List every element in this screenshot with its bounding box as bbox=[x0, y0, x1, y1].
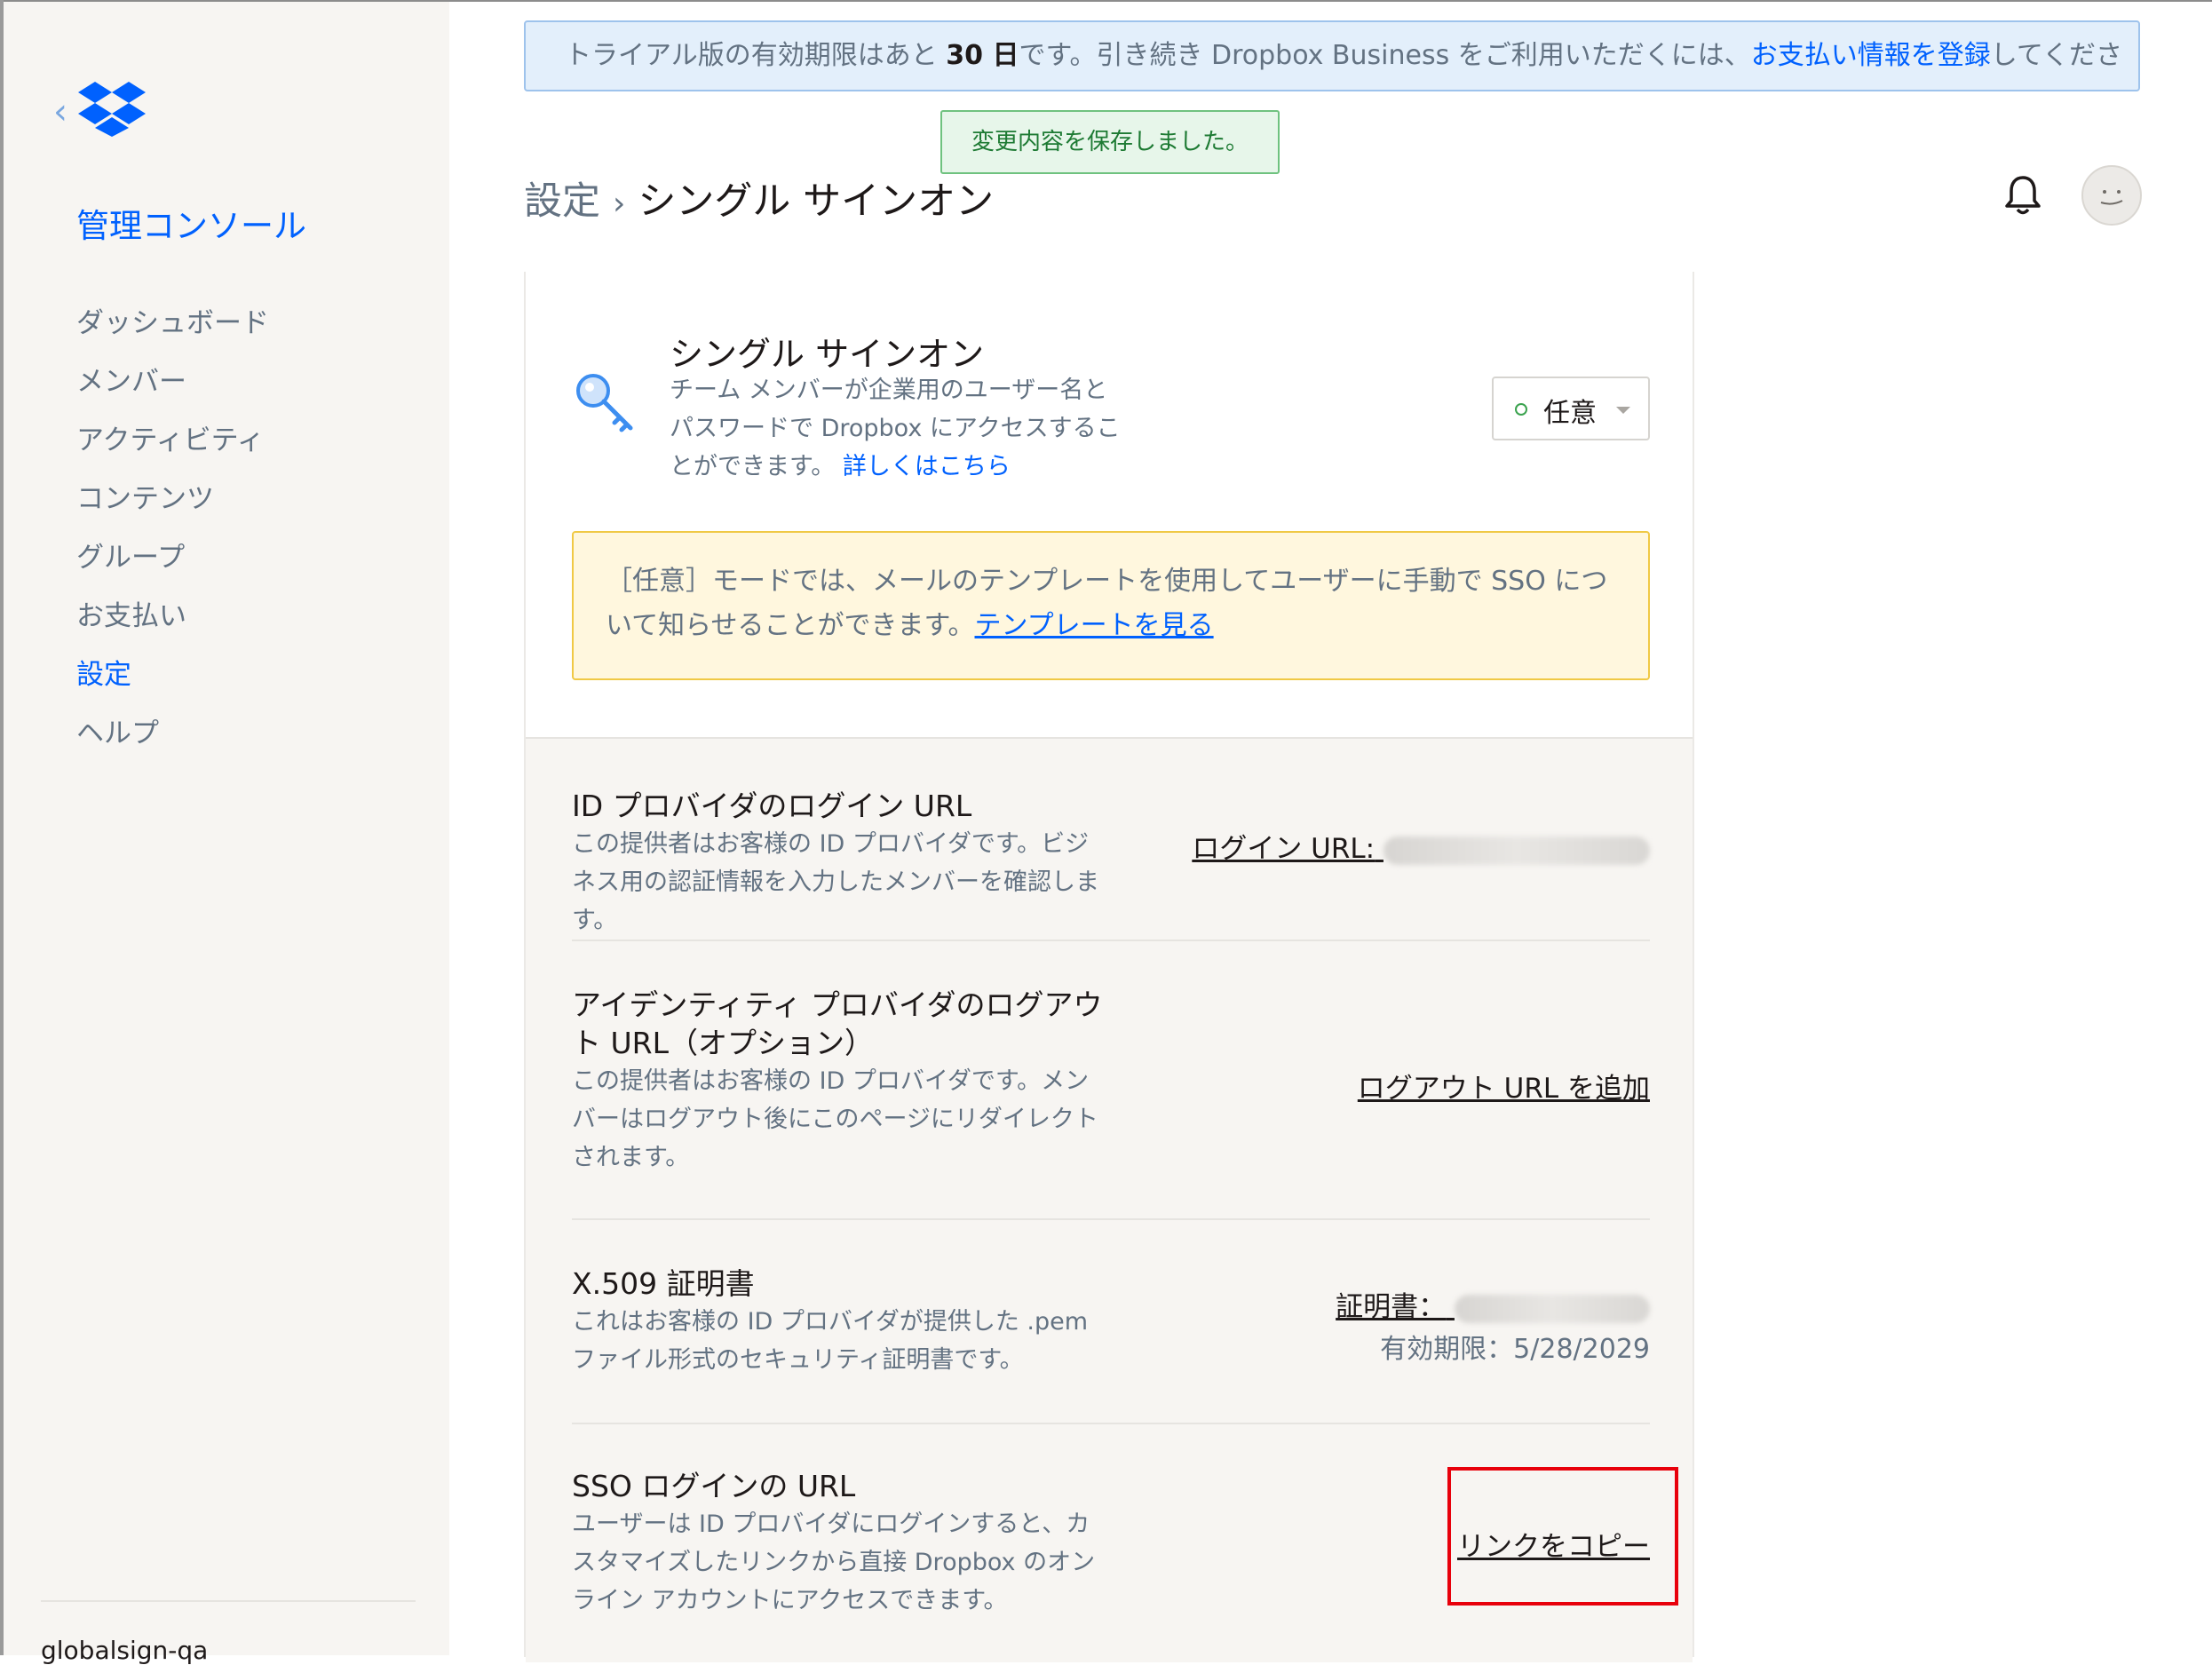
logout-url-row: アイデンティティ プロバイダのログアウト URL（オプション） この提供者はお客… bbox=[572, 986, 1650, 1177]
sso-title: シングル サインオン bbox=[670, 335, 985, 374]
bell-icon[interactable] bbox=[2003, 174, 2042, 217]
team-name[interactable]: globalsign-qa bbox=[41, 1636, 208, 1665]
breadcrumb-separator: › bbox=[613, 186, 626, 222]
row-divider bbox=[572, 1218, 1650, 1220]
sidebar-item-billing[interactable]: お支払い bbox=[76, 597, 269, 655]
sso-mode-value: 任意 bbox=[1543, 398, 1597, 429]
key-icon bbox=[576, 374, 633, 432]
login-url-row: ID プロバイダのログイン URL この提供者はお客様の ID プロバイダです。… bbox=[572, 787, 1650, 940]
breadcrumb: 設定 › シングル サインオン bbox=[524, 170, 994, 226]
certificate-row: X.509 証明書 これはお客様の ID プロバイダが提供した .pem ファイ… bbox=[572, 1265, 1650, 1379]
logout-url-description: この提供者はお客様の ID プロバイダです。メンバーはログアウト後にこのページに… bbox=[572, 1067, 1098, 1171]
login-url-redacted bbox=[1383, 836, 1650, 865]
sidebar-item-groups[interactable]: グループ bbox=[76, 538, 269, 597]
row-divider bbox=[572, 940, 1650, 941]
sidebar-divider bbox=[41, 1600, 416, 1602]
optional-mode-notice: ［任意］モードでは、メールのテンプレートを使用してユーザーに手動で SSO につ… bbox=[572, 531, 1650, 680]
certificate-expiry: 有効期限：5/28/2029 bbox=[1380, 1334, 1650, 1365]
save-toast: 変更内容を保存しました。 bbox=[940, 110, 1280, 174]
login-url-action[interactable]: ログイン URL: bbox=[1192, 826, 1650, 866]
certificate-description: これはお客様の ID プロバイダが提供した .pem ファイル形式のセキュリティ… bbox=[572, 1308, 1089, 1374]
logout-url-title: アイデンティティ プロバイダのログアウト URL（オプション） bbox=[572, 987, 1103, 1060]
learn-more-link[interactable]: 詳しくはこちら bbox=[843, 453, 1011, 480]
caret-down-icon bbox=[1616, 407, 1630, 414]
status-dot-icon bbox=[1515, 403, 1527, 416]
sso-url-description: ユーザーは ID プロバイダにログインすると、カスタマイズしたリンクから直接 D… bbox=[572, 1510, 1096, 1614]
chevron-left-icon[interactable]: ‹ bbox=[53, 94, 67, 130]
add-logout-url-link[interactable]: ログアウト URL を追加 bbox=[1358, 1066, 1650, 1106]
sidebar-item-content[interactable]: コンテンツ bbox=[76, 480, 269, 538]
sidebar-item-members[interactable]: メンバー bbox=[76, 362, 269, 421]
highlight-box bbox=[1447, 1467, 1678, 1606]
page-title: シングル サインオン bbox=[638, 179, 995, 224]
login-url-description: この提供者はお客様の ID プロバイダです。ビジネス用の認証情報を入力したメンバ… bbox=[572, 830, 1099, 934]
avatar-icon[interactable] bbox=[2081, 165, 2142, 226]
console-title[interactable]: 管理コンソール bbox=[76, 199, 306, 247]
certificate-link[interactable]: 証明書： bbox=[1336, 1284, 1650, 1324]
banner-days: 30 日 bbox=[946, 40, 1019, 71]
login-url-label: ログイン URL: bbox=[1192, 833, 1376, 865]
sidebar-item-activity[interactable]: アクティビティ bbox=[76, 421, 269, 480]
banner-text-after: してくださ bbox=[1990, 40, 2122, 71]
banner-text-middle: です。引き続き Dropbox Business をご利用いただくには、 bbox=[1019, 40, 1751, 71]
sidebar-item-settings[interactable]: 設定 bbox=[76, 655, 269, 714]
breadcrumb-settings[interactable]: 設定 bbox=[524, 179, 600, 224]
certificate-redacted bbox=[1455, 1294, 1650, 1323]
banner-text-before: トライアル版の有効期限はあと bbox=[565, 40, 947, 71]
sso-description: チーム メンバーが企業用のユーザー名とパスワードで Dropbox にアクセスす… bbox=[670, 371, 1131, 486]
trial-banner: トライアル版の有効期限はあと 30 日です。引き続き Dropbox Busin… bbox=[524, 20, 2140, 91]
row-divider bbox=[572, 1423, 1650, 1424]
banner-payment-link[interactable]: お支払い情報を登録 bbox=[1751, 40, 1991, 71]
sso-mode-dropdown[interactable]: 任意 bbox=[1492, 377, 1650, 440]
sso-settings-card: シングル サインオン チーム メンバーが企業用のユーザー名とパスワードで Dro… bbox=[524, 272, 1694, 1662]
login-url-title: ID プロバイダのログイン URL bbox=[572, 789, 972, 823]
sidebar-item-help[interactable]: ヘルプ bbox=[76, 714, 269, 773]
sidebar: ‹ 管理コンソール ダッシュボード メンバー アクティビティ コンテンツ グルー… bbox=[4, 2, 449, 1665]
view-template-link[interactable]: テンプレートを見る bbox=[975, 610, 1214, 641]
sidebar-nav: ダッシュボード メンバー アクティビティ コンテンツ グループ お支払い 設定 … bbox=[76, 304, 269, 773]
certificate-label: 証明書： bbox=[1336, 1291, 1447, 1323]
sidebar-item-dashboard[interactable]: ダッシュボード bbox=[76, 304, 269, 362]
dropbox-logo-icon[interactable] bbox=[78, 82, 146, 137]
